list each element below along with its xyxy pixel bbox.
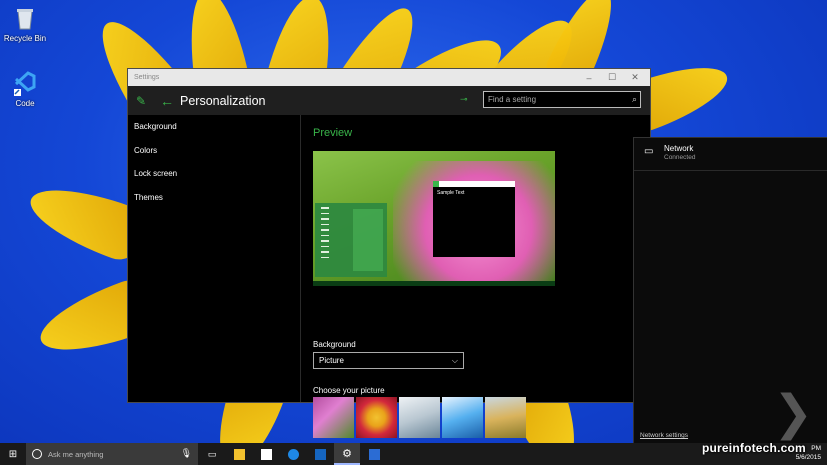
taskbar-file-explorer[interactable] (226, 443, 252, 465)
back-arrow-icon[interactable]: ← (160, 93, 174, 109)
search-icon[interactable]: ⌕ (632, 94, 637, 105)
nav-item-background[interactable]: Background (128, 115, 300, 139)
picture-thumbnail[interactable] (356, 397, 397, 438)
preview-taskbar (313, 281, 555, 286)
store-icon (260, 448, 272, 460)
settings-window: Settings – ☐ ✕ ✎ ← Personalization ⊸ Fin… (128, 69, 650, 446)
background-dropdown-value: Picture (319, 356, 344, 365)
taskbar-mail[interactable] (307, 443, 333, 465)
network-settings-link[interactable]: Network settings (640, 432, 688, 439)
background-label: Background (313, 340, 356, 349)
maximize-button[interactable]: ☐ (601, 69, 623, 86)
preview-window: Sample Text (433, 181, 515, 257)
file-explorer-icon (233, 448, 245, 460)
watermark-arrow-icon: ❯ (773, 387, 814, 440)
start-button[interactable]: ⊞ (0, 443, 26, 465)
chevron-down-icon: ⌵ (451, 356, 458, 365)
desktop-icon-label: Recycle Bin (3, 34, 47, 43)
search-input[interactable]: Find a setting ⌕ (483, 91, 641, 108)
taskbar-browser[interactable] (280, 443, 306, 465)
settings-content: Preview Sample Text Background Picture ⌵… (313, 115, 650, 446)
task-view-icon: ▭ (207, 448, 217, 459)
pin-icon[interactable]: ⊸ (460, 94, 468, 105)
cortana-icon (32, 449, 42, 459)
nav-item-themes[interactable]: Themes (128, 186, 300, 210)
app-bar: ✎ ← Personalization ⊸ Find a setting ⌕ (128, 86, 650, 115)
microphone-icon[interactable]: 🎙 (181, 448, 192, 459)
desktop-icon-recycle-bin[interactable]: Recycle Bin (0, 5, 50, 43)
task-view-button[interactable]: ▭ (199, 443, 225, 465)
desktop-icon-label: Code (15, 99, 35, 108)
nav-item-lock-screen[interactable]: Lock screen (128, 162, 300, 186)
background-preview: Sample Text (313, 151, 555, 286)
desktop-icon-code[interactable]: Code (0, 70, 50, 108)
browser-icon (287, 448, 299, 460)
network-icon: ▭ (644, 146, 654, 157)
picture-thumbnail[interactable] (485, 397, 526, 438)
taskbar-settings[interactable]: ⚙ (334, 443, 360, 465)
taskbar-vscode[interactable] (361, 443, 387, 465)
picture-thumbnails (313, 397, 526, 438)
preview-heading: Preview (313, 127, 353, 139)
cortana-search-box[interactable]: Ask me anything 🎙 (26, 443, 198, 465)
vscode-icon (368, 448, 380, 460)
picture-thumbnail[interactable] (442, 397, 483, 438)
recycle-bin-icon (12, 5, 38, 31)
close-button[interactable]: ✕ (624, 69, 646, 86)
picture-thumbnail[interactable] (313, 397, 354, 438)
personalization-icon: ✎ (136, 93, 147, 108)
cortana-placeholder: Ask me anything (48, 449, 104, 459)
mail-icon (314, 448, 326, 460)
network-name[interactable]: Network (664, 144, 693, 153)
title-bar[interactable]: Settings – ☐ ✕ (128, 69, 650, 86)
nav-item-colors[interactable]: Colors (128, 139, 300, 163)
settings-nav: Background Colors Lock screen Themes (128, 115, 300, 402)
window-title: Settings (134, 74, 160, 81)
windows-logo-icon: ⊞ (8, 448, 18, 460)
flyout-separator (634, 170, 827, 171)
picture-thumbnail[interactable] (399, 397, 440, 438)
network-status: Connected (664, 154, 696, 161)
preview-sample-text: Sample Text (437, 190, 465, 196)
vscode-icon (12, 70, 38, 96)
background-dropdown[interactable]: Picture ⌵ (313, 352, 464, 369)
minimize-button[interactable]: – (578, 69, 600, 86)
preview-start-menu (315, 203, 387, 277)
search-placeholder: Find a setting (488, 95, 537, 104)
nav-divider (300, 115, 301, 402)
gear-icon: ⚙ (342, 447, 352, 460)
watermark-text: pureinfotech.com (702, 441, 806, 455)
page-title: Personalization (180, 93, 266, 108)
taskbar-store[interactable] (253, 443, 279, 465)
choose-picture-label: Choose your picture (313, 386, 385, 395)
